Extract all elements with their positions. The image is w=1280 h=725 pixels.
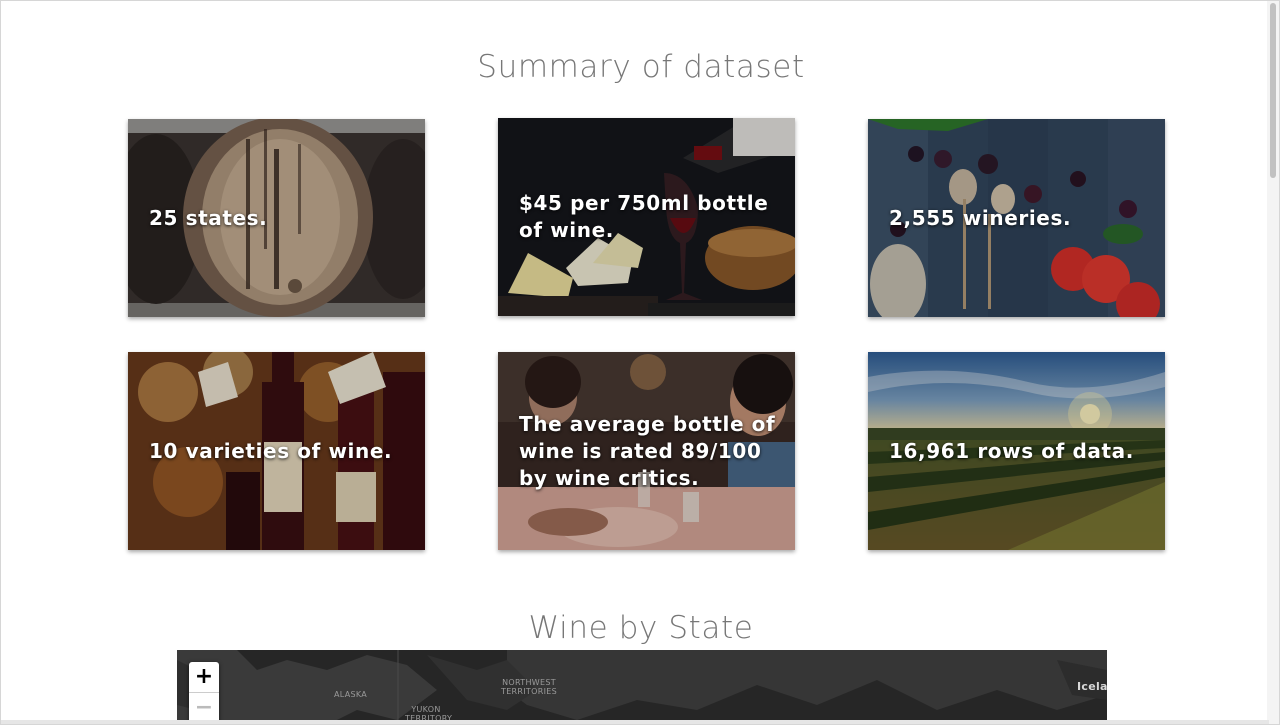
map-landmass (177, 650, 1107, 724)
map-label-iceland: Icelan (1077, 680, 1107, 693)
zoom-in-button[interactable]: + (189, 662, 219, 692)
zoom-out-button[interactable]: − (189, 692, 219, 723)
summary-card-states[interactable]: 25 states. (128, 119, 425, 317)
map-label-alaska: ALASKA (334, 690, 368, 699)
map-label-nwt: NORTHWEST TERRITORIES (501, 678, 557, 696)
summary-card-rows[interactable]: 16,961 rows of data. (868, 352, 1165, 550)
wine-by-state-map[interactable]: ALASKA NORTHWEST TERRITORIES YUKON TERRI… (177, 650, 1107, 724)
vertical-scrollbar[interactable] (1267, 1, 1279, 724)
card-caption: 10 varieties of wine. (149, 438, 393, 463)
horizontal-scrollbar[interactable] (1, 720, 1269, 724)
card-caption: The average bottle of wine is rated 89/1… (519, 411, 776, 490)
card-caption: $45 per 750ml bottle of wine. (519, 191, 769, 242)
summary-card-rating[interactable]: The average bottle of wine is rated 89/1… (498, 352, 795, 550)
card-caption: 25 states. (149, 205, 268, 230)
card-caption: 2,555 wineries. (889, 205, 1072, 230)
summary-card-varieties[interactable]: 10 varieties of wine. (128, 352, 425, 550)
summary-card-wineries[interactable]: 2,555 wineries. (868, 119, 1165, 317)
page: Summary of dataset 25 states. $45 per 75… (0, 0, 1280, 725)
summary-card-price[interactable]: $45 per 750ml bottle of wine. (498, 118, 795, 316)
scrollbar-thumb[interactable] (1270, 3, 1276, 178)
map-zoom-control: + − (189, 662, 219, 723)
summary-title: Summary of dataset (477, 49, 805, 85)
map-title: Wine by State (528, 610, 754, 646)
card-caption: 16,961 rows of data. (889, 438, 1134, 463)
